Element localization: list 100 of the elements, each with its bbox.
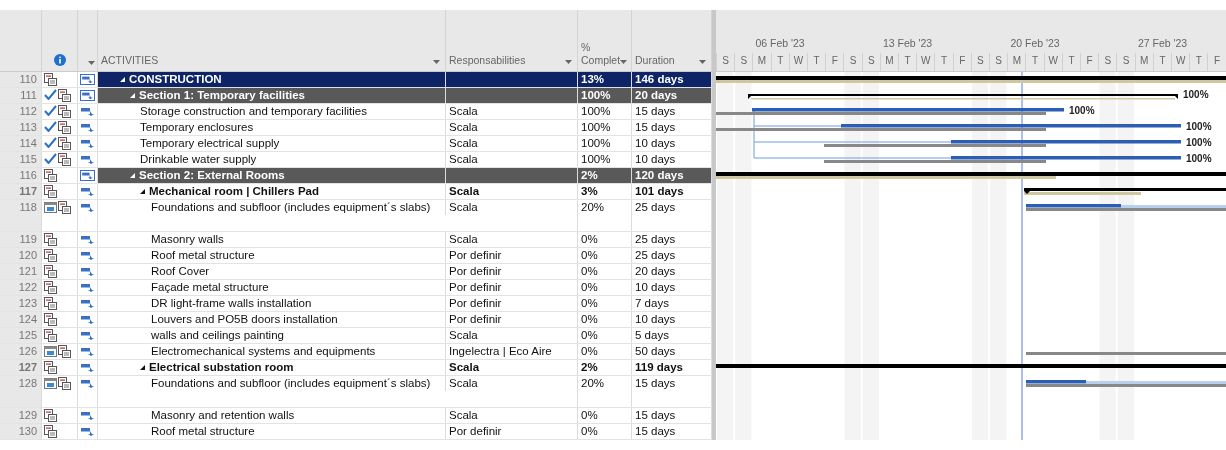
- gantt-bar[interactable]: [716, 76, 1226, 83]
- task-row[interactable]: 112 Storage construction and temporary facilities Scala 100% 15 days: [0, 104, 712, 120]
- gantt-bar[interactable]: [716, 124, 1181, 131]
- responsible-text: Scala: [449, 104, 478, 119]
- task-row[interactable]: 124 Louvers and PO5B doors installation Por definir 0% 10 days: [0, 312, 712, 328]
- day-label: S: [861, 53, 880, 71]
- task-row[interactable]: 125 walls and ceilings painting Scala 0% 5 days: [0, 328, 712, 344]
- day-label: S: [734, 53, 753, 71]
- week-label: 20 Feb '23: [1010, 37, 1060, 49]
- task-notes-icon: [58, 121, 71, 134]
- column-header[interactable]: Duration: [635, 54, 675, 68]
- activity-name: Façade metal structure: [151, 280, 269, 295]
- activity-name: Roof Cover: [151, 264, 210, 279]
- task-row[interactable]: 126 Electromechanical systems and equipments Ingelectra | Eco Aire 0% 50 days: [0, 344, 712, 360]
- responsible-text: Por definir: [449, 248, 502, 263]
- task-notes-icon: [58, 377, 71, 390]
- task-row[interactable]: 111 Section 1: Temporary facilities 100% 20 days: [0, 88, 712, 104]
- gantt-bar[interactable]: [824, 156, 1181, 163]
- task-row[interactable]: 123 DR light-frame walls installation Por definir 0% 7 days: [0, 296, 712, 312]
- task-mode-icon: [80, 234, 95, 245]
- dropdown-caret-icon[interactable]: [433, 60, 440, 64]
- percent-complete: 0%: [581, 280, 598, 295]
- task-mode-icon: [80, 202, 95, 213]
- activity-name: Electromechanical systems and equipments: [151, 344, 376, 359]
- percent-complete: 0%: [581, 312, 598, 327]
- dropdown-caret-icon[interactable]: [88, 61, 95, 65]
- task-notes-icon: [44, 233, 57, 246]
- column-header[interactable]: Responsabilities: [449, 54, 526, 68]
- task-row[interactable]: 120 Roof metal structure Por definir 0% 25 days: [0, 248, 712, 264]
- column-header[interactable]: ACTIVITIES: [101, 54, 159, 68]
- task-row[interactable]: 110 CONSTRUCTION 13% 146 days: [0, 72, 712, 88]
- task-row[interactable]: 117 Mechanical room | Chillers Pad Scala 3% 101 days: [0, 184, 712, 200]
- day-label: S: [970, 53, 990, 71]
- row-number: 115: [19, 152, 37, 167]
- row-number: 116: [19, 168, 37, 183]
- activity-name: Electrical substation room: [149, 360, 294, 375]
- task-mode-icon: [80, 378, 95, 389]
- dropdown-caret-icon[interactable]: [620, 60, 628, 64]
- percent-complete: 100%: [581, 152, 611, 167]
- task-mode-icon: [80, 346, 95, 357]
- task-notes-icon: [44, 409, 57, 422]
- gantt-bar[interactable]: [748, 94, 1178, 100]
- week-label: 13 Feb '23: [882, 37, 933, 49]
- gantt-bar[interactable]: [1024, 188, 1226, 195]
- task-notes-icon: [44, 73, 57, 86]
- task-notes-icon: [44, 265, 57, 278]
- task-row[interactable]: 118 Foundations and subfloor (includes equipment´s slabs) Scala 20% 25 days: [0, 200, 712, 232]
- task-mode-icon: [80, 138, 95, 149]
- column-header[interactable]: % Complet: [581, 40, 621, 68]
- responsible-text: Scala: [449, 328, 478, 343]
- task-notes-icon: [58, 153, 71, 166]
- collapse-icon[interactable]: [140, 189, 145, 194]
- task-row[interactable]: 127 Electrical substation room Scala 2% 119 days: [0, 360, 712, 376]
- percent-complete: 0%: [581, 264, 598, 279]
- gantt-bar[interactable]: [716, 108, 1064, 115]
- activity-name: Louvers and PO5B doors installation: [151, 312, 338, 327]
- row-number: 117: [19, 184, 37, 199]
- task-row[interactable]: 121 Roof Cover Por definir 0% 20 days: [0, 264, 712, 280]
- percent-complete: 20%: [581, 200, 605, 215]
- day-label: F: [952, 53, 971, 71]
- duration-text: 15 days: [635, 424, 676, 439]
- day-label: S: [1116, 53, 1135, 71]
- duration-text: 10 days: [635, 312, 676, 327]
- collapse-icon[interactable]: [130, 173, 135, 178]
- task-row[interactable]: 114 Temporary electrical supply Scala 100% 10 days: [0, 136, 712, 152]
- task-row[interactable]: 116 Section 2: External Rooms 2% 120 days: [0, 168, 712, 184]
- duration-text: 25 days: [635, 200, 676, 215]
- collapse-icon[interactable]: [140, 365, 145, 370]
- row-number: 125: [18, 328, 37, 343]
- task-row[interactable]: 130 Roof metal structure Por definir 0% 15 days: [0, 424, 712, 440]
- day-label: T: [1061, 53, 1081, 71]
- day-label: T: [1189, 53, 1208, 71]
- row-number: 110: [19, 72, 37, 87]
- activity-name: DR light-frame walls installation: [151, 296, 312, 311]
- gantt-bar[interactable]: [716, 172, 1226, 179]
- gantt-bar[interactable]: [1026, 204, 1226, 211]
- gantt-bar[interactable]: [824, 140, 1181, 147]
- task-row[interactable]: 119 Masonry walls Scala 0% 25 days: [0, 232, 712, 248]
- task-mode-icon: [80, 122, 95, 133]
- duration-text: 120 days: [635, 168, 684, 183]
- dropdown-caret-icon[interactable]: [565, 60, 572, 64]
- percent-complete: 0%: [581, 328, 598, 343]
- percent-complete: 0%: [581, 232, 598, 247]
- task-row[interactable]: 129 Masonry and retention walls Scala 0% 15 days: [0, 408, 712, 424]
- collapse-icon[interactable]: [120, 77, 125, 82]
- row-number: 128: [18, 376, 37, 391]
- task-row[interactable]: 122 Façade metal structure Por definir 0% 10 days: [0, 280, 712, 296]
- row-number: 120: [18, 248, 37, 263]
- percent-complete: 0%: [581, 296, 598, 311]
- row-number: 119: [19, 232, 37, 247]
- task-mode-icon: [80, 426, 95, 437]
- task-mode-icon: [80, 106, 95, 117]
- day-label: S: [716, 53, 735, 71]
- dropdown-caret-icon[interactable]: [699, 60, 706, 64]
- task-row[interactable]: 128 Foundations and subfloor (includes equipment´s slabs) Scala 20% 15 days: [0, 376, 712, 408]
- day-label: F: [1080, 53, 1099, 71]
- bar-percent-label: 100%: [1183, 89, 1209, 100]
- collapse-icon[interactable]: [130, 93, 135, 98]
- gantt-bar[interactable]: [1026, 380, 1226, 387]
- task-row[interactable]: 113 Temporary enclosures Scala 100% 15 days: [0, 120, 712, 136]
